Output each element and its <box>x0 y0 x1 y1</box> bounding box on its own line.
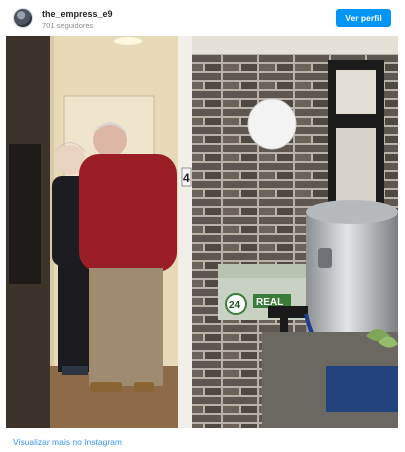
post-photo[interactable]: 4 24 REAL <box>6 36 398 428</box>
view-more-on-instagram-link[interactable]: Visualizar mais no Instagram <box>13 437 122 447</box>
keg-stand <box>326 366 398 412</box>
woman-trousers <box>58 264 90 372</box>
post-header: the_empress_e9 701 seguidores Ver perfil <box>0 0 405 36</box>
view-profile-button[interactable]: Ver perfil <box>336 9 391 27</box>
crate-number: 24 <box>229 300 241 311</box>
man-trousers <box>89 268 163 386</box>
man-sweater <box>79 154 177 272</box>
follower-count: 701 seguidores <box>42 21 94 30</box>
wall-lamp <box>247 98 297 150</box>
photo-scene: 4 24 REAL <box>6 36 398 428</box>
ceiling-light <box>114 37 142 45</box>
instagram-embed-card: the_empress_e9 701 seguidores Ver perfil <box>0 0 405 452</box>
door-frame <box>178 36 192 428</box>
profile-avatar[interactable] <box>13 8 33 28</box>
door-reflection-figure <box>9 144 41 284</box>
window-pane-top <box>336 70 376 114</box>
door-number: 4 <box>183 171 190 185</box>
profile-username[interactable]: the_empress_e9 <box>42 9 113 19</box>
